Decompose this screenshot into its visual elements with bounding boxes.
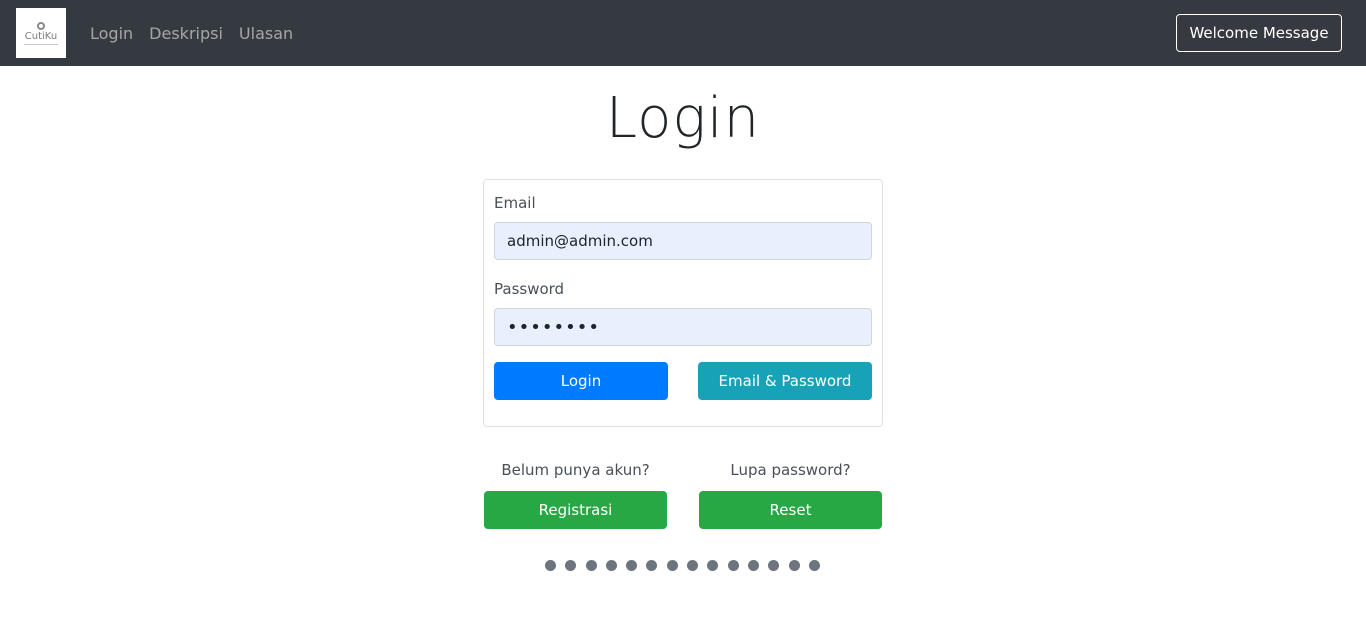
carousel-dot[interactable]	[788, 560, 800, 571]
carousel-dots	[545, 560, 829, 571]
reset-button[interactable]: Reset	[699, 491, 882, 529]
email-input[interactable]	[494, 222, 872, 260]
password-label: Password	[494, 280, 565, 298]
carousel-dot[interactable]	[727, 560, 739, 571]
register-hint: Belum punya akun?	[501, 461, 650, 479]
carousel-dot[interactable]	[585, 560, 597, 571]
carousel-dot[interactable]	[808, 560, 820, 571]
nav-links: Login Deskripsi Ulasan	[90, 0, 309, 66]
logo-tagline-line	[24, 43, 58, 45]
login-button[interactable]: Login	[494, 362, 668, 400]
carousel-dot[interactable]	[545, 560, 556, 571]
carousel-dot[interactable]	[605, 560, 617, 571]
reset-hint: Lupa password?	[730, 461, 851, 479]
carousel-dot[interactable]	[646, 560, 658, 571]
navbar: CutiKu Login Deskripsi Ulasan Welcome Me…	[0, 0, 1366, 66]
carousel-dot[interactable]	[687, 560, 699, 571]
brand-logo[interactable]: CutiKu	[16, 8, 66, 58]
logo-text: CutiKu	[24, 30, 58, 42]
login-card: Email Password Login Email & Password	[483, 179, 883, 427]
nav-link-ulasan[interactable]: Ulasan	[239, 24, 293, 43]
registrasi-button[interactable]: Registrasi	[484, 491, 667, 529]
email-password-button[interactable]: Email & Password	[698, 362, 872, 400]
email-label: Email	[494, 194, 536, 212]
carousel-dot[interactable]	[768, 560, 780, 571]
carousel-dot[interactable]	[565, 560, 577, 571]
welcome-message-button[interactable]: Welcome Message	[1176, 14, 1342, 52]
nav-link-login[interactable]: Login	[90, 24, 133, 43]
carousel-dot[interactable]	[626, 560, 638, 571]
page-title: Login	[605, 86, 761, 151]
nav-link-deskripsi[interactable]: Deskripsi	[149, 24, 223, 43]
carousel-dot[interactable]	[747, 560, 759, 571]
carousel-dot[interactable]	[707, 560, 719, 571]
logo-icon	[37, 21, 45, 30]
carousel-dot[interactable]	[666, 560, 678, 571]
password-input[interactable]	[494, 308, 872, 346]
